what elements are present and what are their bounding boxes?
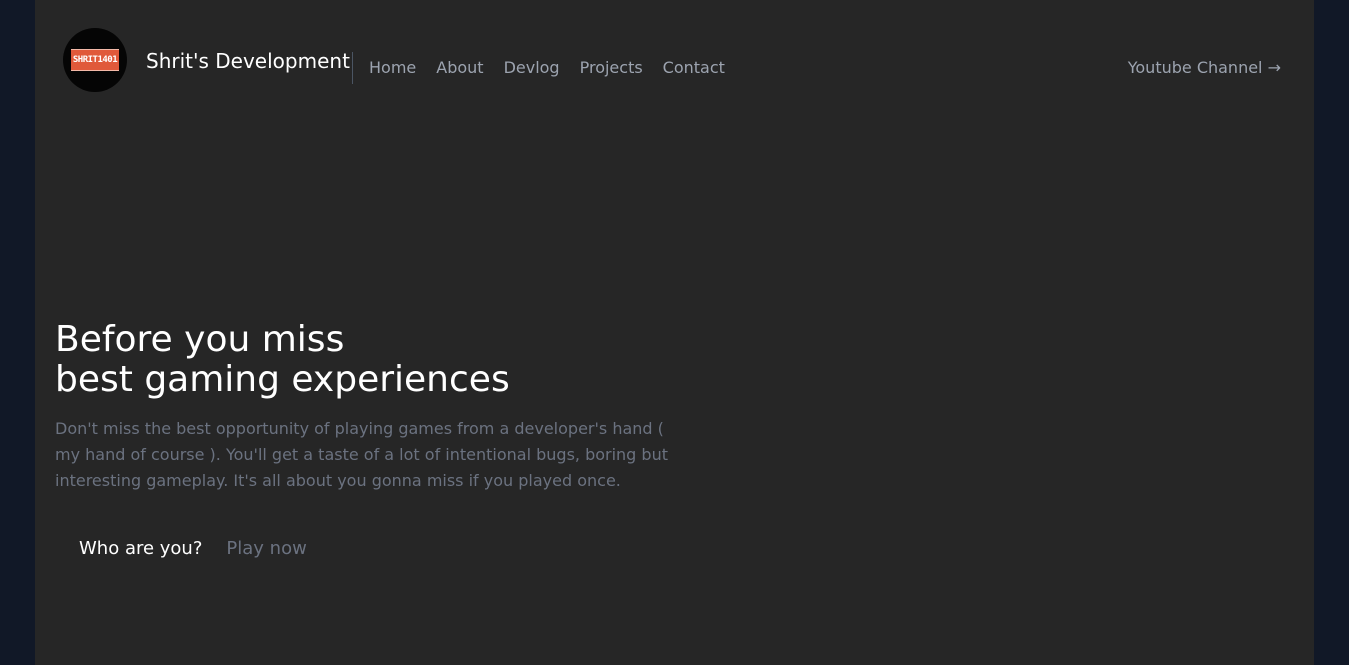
who-are-you-button[interactable]: Who are you?	[79, 537, 202, 561]
nav-home[interactable]: Home	[369, 58, 416, 78]
hero-actions: Who are you? Play now	[79, 537, 307, 561]
hero-title-line1: Before you miss	[55, 319, 345, 360]
logo-text: SHRIT1401	[71, 49, 119, 71]
nav-projects[interactable]: Projects	[580, 58, 643, 78]
page-container: SHRIT1401 Shrit's Development Home About…	[35, 0, 1314, 665]
nav-devlog[interactable]: Devlog	[504, 58, 560, 78]
nav-contact[interactable]: Contact	[663, 58, 725, 78]
play-now-button[interactable]: Play now	[226, 537, 306, 561]
nav-divider	[352, 52, 353, 84]
hero-title: Before you miss best gaming experiences	[55, 320, 510, 400]
hero-description: Don't miss the best opportunity of playi…	[55, 419, 668, 490]
youtube-channel-link[interactable]: Youtube Channel →	[1128, 58, 1281, 78]
logo[interactable]: SHRIT1401	[63, 28, 127, 92]
main-nav: Home About Devlog Projects Contact	[369, 58, 745, 78]
hero-title-line2: best gaming experiences	[55, 359, 510, 400]
brand-name[interactable]: Shrit's Development	[146, 47, 350, 75]
nav-about[interactable]: About	[436, 58, 483, 78]
